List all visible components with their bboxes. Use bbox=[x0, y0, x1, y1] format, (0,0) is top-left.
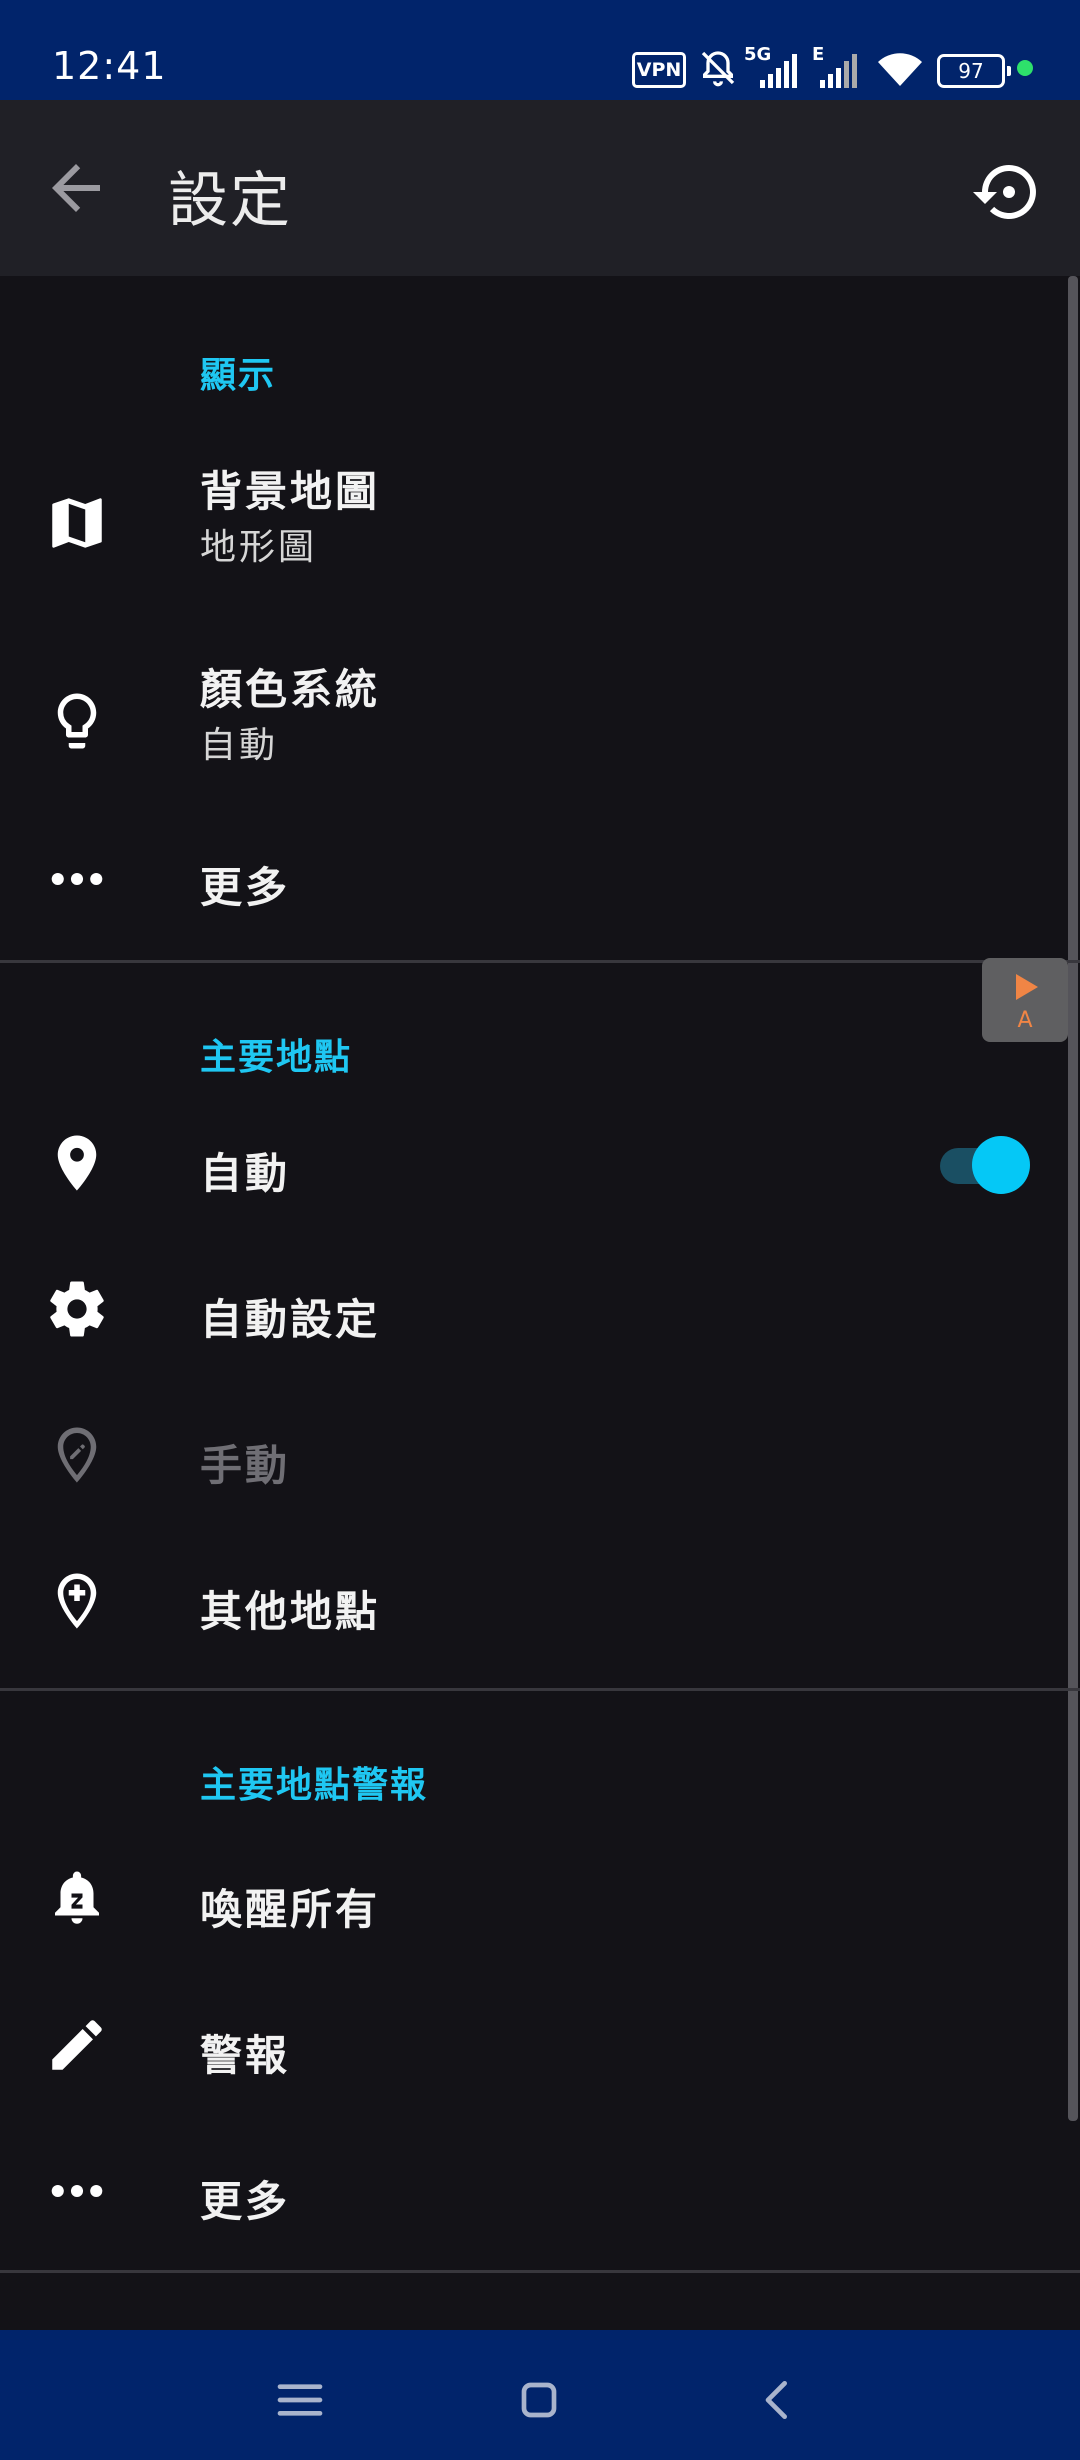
signal2-icon bbox=[820, 54, 857, 88]
mute-bell-icon bbox=[701, 51, 735, 87]
setting-title: 警報 bbox=[200, 2031, 291, 2080]
setting-value: 地形圖 bbox=[200, 527, 318, 568]
setting-alerts-edit[interactable]: 警報 bbox=[0, 1982, 1068, 2118]
vpn-icon: VPN bbox=[632, 52, 686, 88]
setting-title: 自動設定 bbox=[200, 1295, 381, 1344]
restore-icon bbox=[973, 165, 1036, 219]
setting-alerts-more[interactable]: 更多 bbox=[0, 2128, 1068, 2264]
setting-title: 其他地點 bbox=[200, 1587, 381, 1636]
setting-value: 自動 bbox=[200, 725, 279, 766]
recent-apps-button[interactable] bbox=[260, 2360, 340, 2440]
back-chevron-icon bbox=[765, 2381, 787, 2419]
location-add-icon bbox=[57, 1573, 97, 1629]
setting-color-system[interactable]: 顏色系統 自動 bbox=[0, 642, 1068, 818]
status-time: 12:41 bbox=[52, 44, 167, 88]
setting-background-map[interactable]: 背景地圖 地形圖 bbox=[0, 446, 1068, 622]
section-header-main-location: 主要地點 bbox=[200, 1037, 353, 1078]
pencil-icon bbox=[52, 2020, 102, 2070]
setting-title: 更多 bbox=[200, 863, 291, 912]
wifi-icon bbox=[878, 53, 922, 86]
setting-manual-location: 手動 bbox=[0, 1388, 1068, 1524]
more-horiz-icon bbox=[51, 2184, 103, 2198]
lightbulb-icon bbox=[57, 693, 97, 749]
auto-location-toggle[interactable] bbox=[940, 1136, 1030, 1194]
system-back-button[interactable] bbox=[738, 2360, 818, 2440]
location-pin-icon bbox=[57, 1135, 97, 1191]
floating-overlay-widget[interactable]: A bbox=[982, 958, 1068, 1042]
setting-other-locations[interactable]: 其他地點 bbox=[0, 1534, 1068, 1670]
scrollbar[interactable] bbox=[1068, 276, 1078, 2121]
setting-title: 更多 bbox=[200, 2177, 291, 2226]
signal-icon bbox=[760, 54, 797, 88]
battery-indicator: 97 bbox=[937, 54, 1011, 88]
arrow-back-icon bbox=[52, 164, 100, 212]
privacy-dot bbox=[1017, 60, 1033, 76]
app-bar: 設定 bbox=[0, 100, 1080, 276]
section-header-alerts: 主要地點警報 bbox=[200, 1765, 429, 1806]
setting-title: 自動 bbox=[200, 1149, 291, 1198]
section-divider bbox=[0, 960, 1080, 963]
home-button[interactable] bbox=[499, 2360, 579, 2440]
section-divider bbox=[0, 1688, 1080, 1691]
restore-defaults-button[interactable] bbox=[970, 156, 1050, 236]
setting-display-more[interactable]: 更多 bbox=[0, 816, 1068, 950]
setting-title: 背景地圖 bbox=[200, 467, 381, 516]
section-header-display: 顯示 bbox=[200, 355, 277, 396]
status-bar: 12:41 VPN 5G E 97 bbox=[0, 0, 1080, 100]
setting-wake-all[interactable]: 喚醒所有 bbox=[0, 1836, 1068, 1972]
setting-title: 喚醒所有 bbox=[200, 1885, 381, 1934]
setting-title: 顏色系統 bbox=[200, 665, 381, 714]
back-button[interactable] bbox=[40, 144, 120, 232]
snooze-bell-icon bbox=[55, 1871, 99, 1924]
setting-auto-settings[interactable]: 自動設定 bbox=[0, 1242, 1068, 1378]
play-icon bbox=[1016, 974, 1038, 1000]
setting-auto-location[interactable]: 自動 bbox=[0, 1096, 1068, 1232]
more-horiz-icon bbox=[51, 872, 103, 886]
page-title: 設定 bbox=[168, 166, 292, 236]
setting-title: 手動 bbox=[200, 1441, 291, 1490]
floating-widget-label: A bbox=[1017, 1008, 1033, 1033]
toggle-thumb bbox=[972, 1136, 1030, 1194]
map-icon bbox=[52, 498, 102, 548]
gear-icon bbox=[50, 1281, 104, 1337]
system-nav-bar bbox=[0, 2330, 1080, 2460]
settings-list: 顯示 背景地圖 地形圖 顏色系統 自動 更多 主要地點 自動 自動設定 手動 其… bbox=[0, 276, 1080, 2330]
menu-icon bbox=[277, 2384, 323, 2416]
location-edit-icon bbox=[57, 1427, 97, 1483]
home-icon bbox=[521, 2382, 557, 2418]
section-divider bbox=[0, 2270, 1080, 2273]
